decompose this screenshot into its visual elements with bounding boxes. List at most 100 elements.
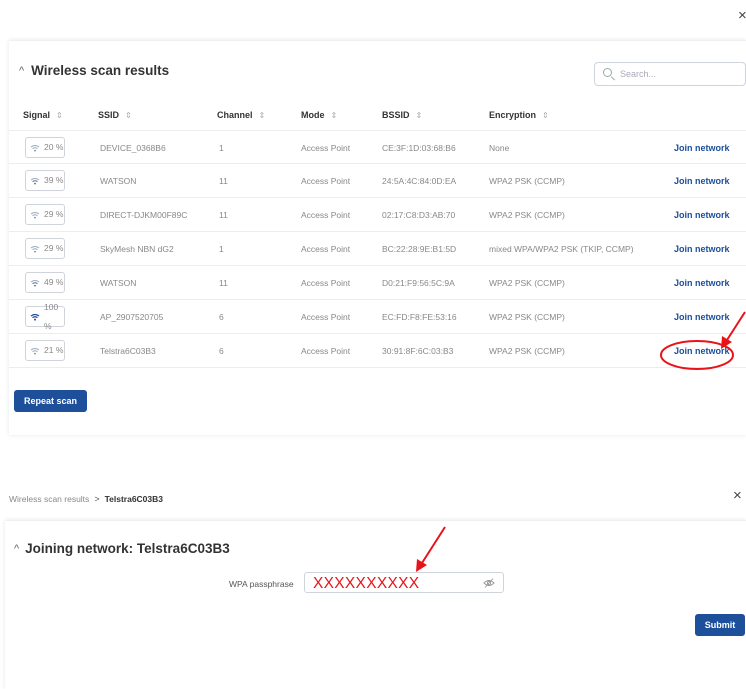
column-label: Signal xyxy=(23,110,51,120)
mode-cell: Access Point xyxy=(301,346,351,356)
signal-strength-badge: 49 % xyxy=(25,272,65,293)
encryption-cell: WPA2 PSK (CCMP) xyxy=(489,278,565,288)
search-input[interactable]: Search... xyxy=(594,62,746,86)
column-header-signal[interactable]: Signal ⇕ xyxy=(23,110,63,120)
ssid-cell: AP_2907520705 xyxy=(100,312,164,322)
signal-value: 29 % xyxy=(44,209,64,219)
section-title: Joining network: Telstra6C03B3 xyxy=(25,541,230,556)
table-row: 20 % DEVICE_0368B6 1 Access Point CE:3F:… xyxy=(9,130,746,164)
sort-icon[interactable]: ⇕ xyxy=(331,111,338,120)
encryption-cell: WPA2 PSK (CCMP) xyxy=(489,210,565,220)
channel-cell: 1 xyxy=(219,244,224,254)
breadcrumb-parent[interactable]: Wireless scan results xyxy=(9,494,89,504)
wifi-icon xyxy=(30,313,40,321)
channel-cell: 1 xyxy=(219,143,224,153)
signal-strength-badge: 21 % xyxy=(25,340,65,361)
column-header-mode[interactable]: Mode ⇕ xyxy=(301,110,337,120)
column-header-encryption[interactable]: Encryption ⇕ xyxy=(489,110,549,120)
passphrase-label: WPA passphrase xyxy=(229,579,294,589)
encryption-cell: WPA2 PSK (CCMP) xyxy=(489,312,565,322)
join-network-link[interactable]: Join network xyxy=(674,198,730,232)
wifi-icon xyxy=(30,144,40,151)
join-network-link[interactable]: Join network xyxy=(674,232,730,266)
sort-icon[interactable]: ⇕ xyxy=(542,111,549,120)
page-title: Wireless scan results xyxy=(31,63,170,78)
passphrase-value: XXXXXXXXXX xyxy=(313,575,420,592)
mode-cell: Access Point xyxy=(301,210,351,220)
signal-value: 39 % xyxy=(44,175,64,185)
search-placeholder: Search... xyxy=(620,69,657,79)
sort-icon[interactable]: ⇕ xyxy=(56,111,63,120)
signal-strength-badge: 29 % xyxy=(25,204,65,225)
eye-slash-icon[interactable] xyxy=(483,578,495,588)
close-icon[interactable]: × xyxy=(738,6,746,26)
join-network-link[interactable]: Join network xyxy=(674,300,730,334)
bssid-cell: EC:FD:F8:FE:53:16 xyxy=(382,312,457,322)
sort-icon[interactable]: ⇕ xyxy=(416,111,423,120)
column-header-ssid[interactable]: SSID ⇕ xyxy=(98,110,132,120)
breadcrumb: Wireless scan results > Telstra6C03B3 xyxy=(9,494,163,504)
channel-cell: 6 xyxy=(219,312,224,322)
scan-results-header: ^ Wireless scan results Search... xyxy=(9,41,746,101)
join-network-link[interactable]: Join network xyxy=(674,334,730,368)
ssid-cell: SkyMesh NBN dG2 xyxy=(100,244,174,254)
encryption-cell: mixed WPA/WPA2 PSK (TKIP, CCMP) xyxy=(489,244,634,254)
sort-icon[interactable]: ⇕ xyxy=(125,111,132,120)
table-row: 29 % SkyMesh NBN dG2 1 Access Point BC:2… xyxy=(9,232,746,266)
ssid-cell: WATSON xyxy=(100,278,137,288)
wifi-icon xyxy=(30,245,40,252)
signal-strength-badge: 39 % xyxy=(25,170,65,191)
scan-results-panel: ^ Wireless scan results Search... Signal… xyxy=(9,40,746,435)
channel-cell: 6 xyxy=(219,346,224,356)
table-row: 39 % WATSON 11 Access Point 24:5A:4C:84:… xyxy=(9,164,746,198)
encryption-cell: WPA2 PSK (CCMP) xyxy=(489,176,565,186)
mode-cell: Access Point xyxy=(301,312,351,322)
join-network-link[interactable]: Join network xyxy=(674,164,730,198)
mode-cell: Access Point xyxy=(301,143,351,153)
ssid-cell: Telstra6C03B3 xyxy=(100,346,156,356)
join-network-link[interactable]: Join network xyxy=(674,266,730,300)
signal-value: 100 % xyxy=(44,301,59,331)
channel-cell: 11 xyxy=(219,278,228,288)
column-label: SSID xyxy=(98,110,120,120)
table-row: 100 % AP_2907520705 6 Access Point EC:FD… xyxy=(9,300,746,334)
mode-cell: Access Point xyxy=(301,176,351,186)
column-header-bssid[interactable]: BSSID ⇕ xyxy=(382,110,422,120)
wifi-icon xyxy=(30,177,40,184)
column-label: Mode xyxy=(301,110,325,120)
signal-strength-badge: 29 % xyxy=(25,238,65,259)
column-label: Channel xyxy=(217,110,253,120)
close-icon[interactable]: × xyxy=(733,486,742,506)
signal-strength-badge: 20 % xyxy=(25,137,65,158)
bssid-cell: 02:17:C8:D3:AB:70 xyxy=(382,210,456,220)
join-network-title-toggle[interactable]: ^ Joining network: Telstra6C03B3 xyxy=(14,541,230,556)
sort-icon[interactable]: ⇕ xyxy=(259,111,266,120)
signal-value: 20 % xyxy=(44,142,64,152)
caret-up-icon: ^ xyxy=(14,542,20,555)
bssid-cell: 24:5A:4C:84:0D:EA xyxy=(382,176,457,186)
column-header-channel[interactable]: Channel ⇕ xyxy=(217,110,265,120)
ssid-cell: DIRECT-DJKM00F89C xyxy=(100,210,188,220)
bssid-cell: 30:91:8F:6C:03:B3 xyxy=(382,346,454,356)
join-network-link[interactable]: Join network xyxy=(674,131,730,165)
table-row: 29 % DIRECT-DJKM00F89C 11 Access Point 0… xyxy=(9,198,746,232)
signal-strength-badge: 100 % xyxy=(25,302,65,331)
caret-up-icon: ^ xyxy=(19,64,25,77)
submit-button[interactable]: Submit xyxy=(695,614,745,636)
signal-value: 29 % xyxy=(44,243,64,253)
table-row: 49 % WATSON 11 Access Point D0:21:F9:56:… xyxy=(9,266,746,300)
channel-cell: 11 xyxy=(219,176,228,186)
mode-cell: Access Point xyxy=(301,244,351,254)
breadcrumb-current: Telstra6C03B3 xyxy=(104,494,164,504)
join-network-panel: ^ Joining network: Telstra6C03B3 WPA pas… xyxy=(5,520,746,689)
channel-cell: 11 xyxy=(219,210,228,220)
bssid-cell: CE:3F:1D:03:68:B6 xyxy=(382,143,456,153)
scan-results-title-toggle[interactable]: ^ Wireless scan results xyxy=(19,63,169,78)
ssid-cell: WATSON xyxy=(100,176,137,186)
wifi-icon xyxy=(30,279,40,286)
column-label: Encryption xyxy=(489,110,537,120)
signal-value: 21 % xyxy=(44,345,64,355)
encryption-cell: WPA2 PSK (CCMP) xyxy=(489,346,565,356)
repeat-scan-button[interactable]: Repeat scan xyxy=(14,390,87,412)
column-label: BSSID xyxy=(382,110,410,120)
